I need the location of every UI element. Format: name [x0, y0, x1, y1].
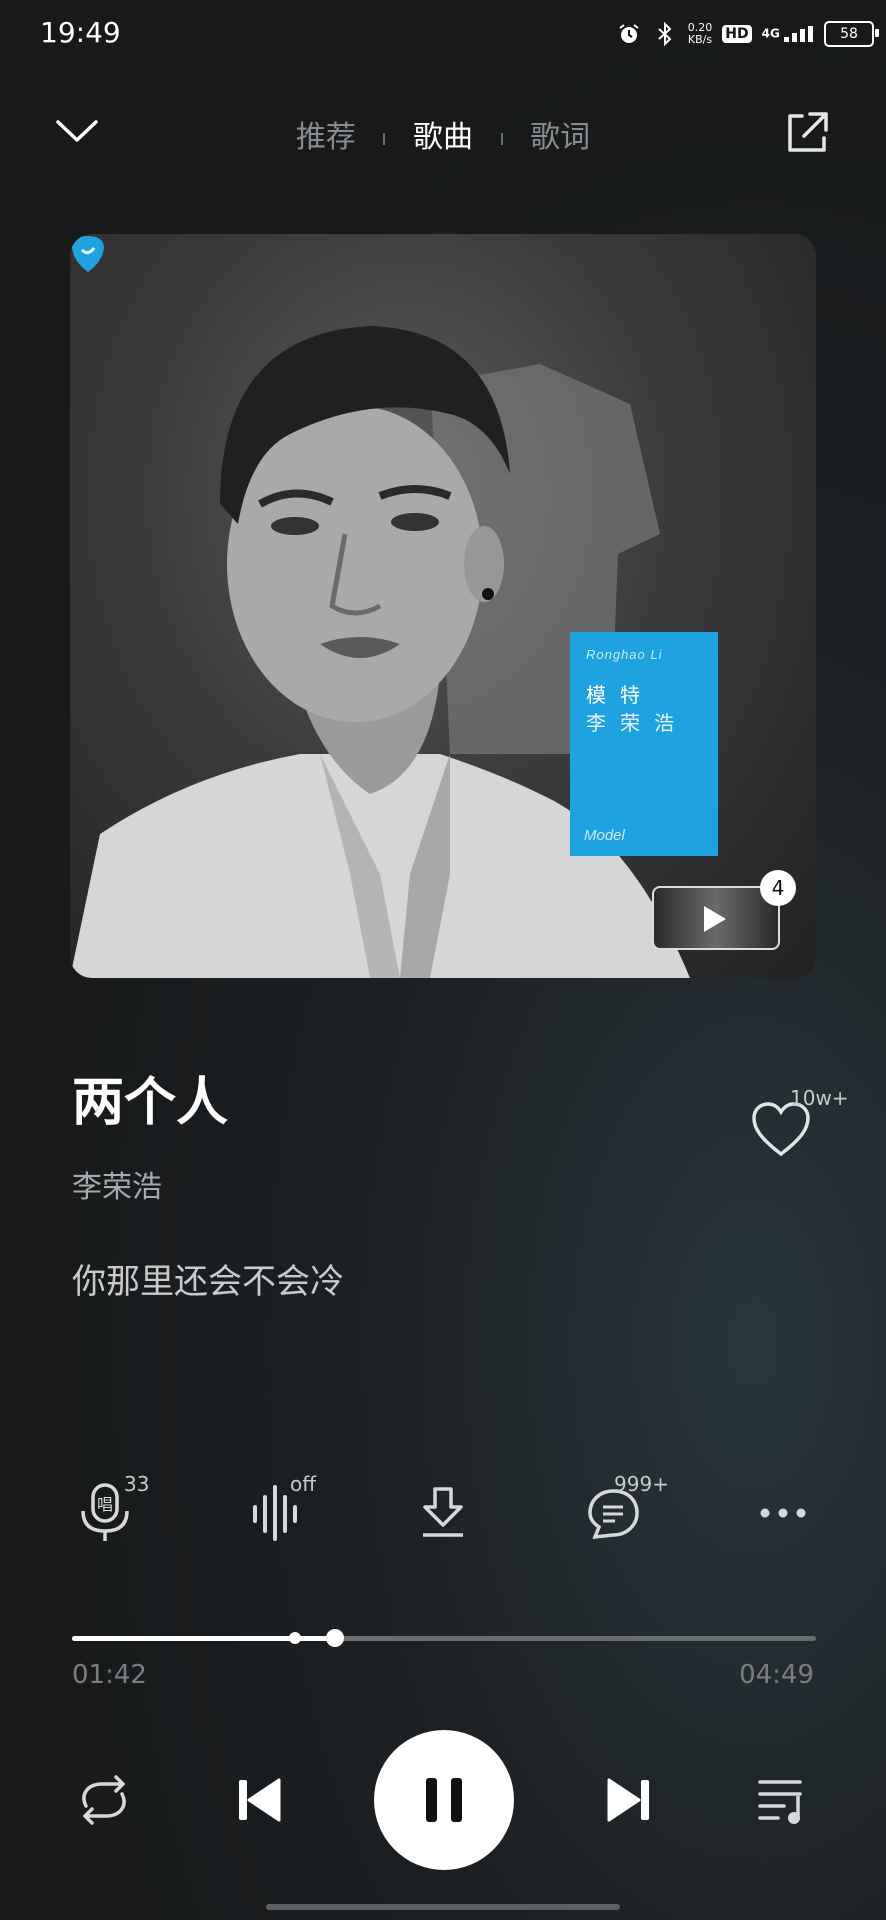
total-time: 04:49 — [739, 1660, 814, 1690]
svg-text:唱: 唱 — [97, 1495, 113, 1514]
status-time: 19:49 — [40, 16, 121, 49]
album-title-card: Ronghao Li 模特 李荣浩 Model — [570, 632, 718, 856]
bluetooth-icon — [652, 21, 678, 47]
download-icon — [423, 1487, 463, 1537]
next-button[interactable] — [598, 1768, 662, 1832]
tab-song[interactable]: 歌曲 — [413, 112, 473, 156]
song-title: 两个人 — [72, 1073, 229, 1133]
next-icon — [607, 1778, 649, 1822]
share-button[interactable] — [782, 108, 832, 158]
album-cover[interactable]: Ronghao Li 模特 李荣浩 Model 4 — [70, 234, 816, 978]
pause-button[interactable] — [374, 1730, 514, 1870]
share-icon — [788, 112, 828, 152]
sing-button[interactable]: 唱 33 — [70, 1472, 149, 1548]
playlist-button[interactable] — [752, 1770, 816, 1830]
more-button[interactable] — [748, 1478, 818, 1548]
more-icon — [760, 1508, 806, 1518]
battery-icon: 58 — [824, 21, 879, 47]
mv-count-badge: 4 — [760, 870, 796, 906]
status-icons: 0.20 KB/s HD 4G 58 — [616, 14, 886, 54]
net-speed-unit: KB/s — [687, 33, 713, 46]
comment-button[interactable]: 999+ — [578, 1472, 669, 1548]
net-speed: 0.20 KB/s — [688, 22, 713, 46]
action-bar: 唱 33 off 999+ — [0, 1472, 886, 1558]
player-tabs: 推荐 歌曲 歌词 — [0, 112, 886, 156]
buffer-marker — [289, 1632, 302, 1644]
repeat-icon — [82, 1775, 126, 1825]
artist-name[interactable]: 李荣浩 — [72, 1162, 162, 1206]
sing-count: 33 — [124, 1472, 150, 1496]
network-label: 4G — [761, 26, 780, 41]
previous-button[interactable] — [226, 1768, 290, 1832]
playlist-icon — [758, 1780, 802, 1824]
signal-icon — [784, 26, 813, 42]
tab-divider — [500, 132, 503, 145]
album-artist-en: Ronghao Li — [586, 647, 663, 662]
network-indicator: 4G — [762, 26, 814, 42]
album-name-cn: 模特 — [586, 685, 654, 707]
hd-badge: HD — [722, 25, 752, 43]
tab-lyrics[interactable]: 歌词 — [530, 112, 590, 156]
album-name-en: Model — [584, 827, 625, 844]
album-artist-cn: 李荣浩 — [586, 713, 688, 735]
play-icon — [704, 906, 726, 932]
home-indicator[interactable] — [266, 1904, 620, 1910]
sound-effect-button[interactable]: off — [240, 1472, 316, 1548]
sound-effect-state: off — [290, 1472, 317, 1496]
artist-photo — [70, 326, 690, 978]
progress-thumb[interactable] — [325, 1629, 344, 1647]
previous-icon — [239, 1778, 281, 1822]
download-button[interactable] — [408, 1478, 478, 1548]
guitar-pick-logo — [72, 236, 104, 272]
battery-level: 58 — [840, 26, 858, 42]
comment-count: 999+ — [614, 1472, 669, 1496]
tab-divider — [383, 132, 386, 145]
like-count: 10w+ — [790, 1086, 849, 1110]
pause-icon — [426, 1778, 462, 1822]
player-nav: 推荐 歌曲 歌词 — [0, 100, 886, 168]
current-lyric[interactable]: 你那里还会不会冷 — [72, 1254, 344, 1303]
current-time: 01:42 — [72, 1660, 147, 1690]
tab-recommend[interactable]: 推荐 — [296, 112, 356, 156]
playback-controls — [0, 1730, 886, 1870]
alarm-icon — [616, 21, 642, 47]
status-bar: 19:49 0.20 KB/s HD 4G 58 — [0, 0, 886, 68]
progress-bar[interactable] — [72, 1629, 816, 1647]
repeat-button[interactable] — [72, 1770, 136, 1830]
